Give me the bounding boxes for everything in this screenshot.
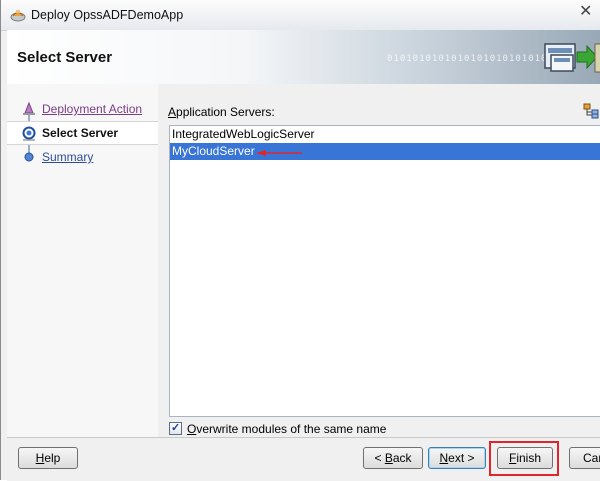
wizard-body: Deployment Action Select Server Summary … bbox=[7, 84, 600, 437]
server-name: IntegratedWebLogicServer bbox=[172, 127, 315, 141]
next-button[interactable]: Next > bbox=[428, 447, 486, 469]
finish-button[interactable]: Finish bbox=[497, 447, 553, 469]
server-list-item[interactable]: IntegratedWebLogicServer bbox=[170, 126, 600, 143]
close-button[interactable]: ✕ bbox=[567, 0, 600, 21]
server-name: MyCloudServer bbox=[172, 144, 255, 158]
jdeveloper-app-icon bbox=[10, 10, 26, 22]
application-servers-label: Application Servers: bbox=[168, 105, 275, 119]
title-bar: Deploy OpssADFDemoApp ✕ bbox=[1, 0, 600, 31]
header-decoration-binary: 0101010101010101010101010 bbox=[387, 54, 548, 64]
cancel-button[interactable]: Cancel bbox=[569, 447, 600, 469]
red-arrow-annotation-icon bbox=[256, 150, 302, 156]
application-servers-list[interactable]: IntegratedWebLogicServer MyCloudServer bbox=[169, 125, 600, 417]
nav-item-deployment-action[interactable]: Deployment Action bbox=[7, 98, 157, 120]
server-tree-icon[interactable] bbox=[583, 103, 599, 119]
wizard-footer: Help < Back Next > Finish Cancel bbox=[7, 437, 600, 481]
nav-item-label: Select Server bbox=[42, 126, 119, 140]
server-list-item-selected[interactable]: MyCloudServer bbox=[170, 143, 600, 160]
deploy-dialog: Deploy OpssADFDemoApp ✕ Select Server 01… bbox=[0, 0, 600, 481]
visited-step-icon bbox=[23, 101, 35, 115]
nav-item-label: Summary bbox=[42, 150, 94, 164]
back-button[interactable]: < Back bbox=[363, 447, 423, 469]
wizard-header: Select Server 0101010101010101010101010 bbox=[7, 30, 600, 85]
nav-item-summary[interactable]: Summary bbox=[7, 146, 157, 168]
checkmark-icon: ✓ bbox=[171, 422, 181, 434]
current-step-icon bbox=[22, 126, 36, 141]
close-icon: ✕ bbox=[579, 3, 593, 20]
select-server-panel: Application Servers: IntegratedWebLogicS… bbox=[158, 84, 600, 437]
nav-item-label: Deployment Action bbox=[42, 102, 143, 116]
window-title: Deploy OpssADFDemoApp bbox=[31, 8, 184, 22]
pending-step-icon bbox=[24, 152, 34, 162]
overwrite-modules-label: Overwrite modules of the same name bbox=[187, 422, 387, 436]
help-button[interactable]: Help bbox=[18, 447, 78, 469]
wizard-train-nav: Deployment Action Select Server Summary bbox=[7, 84, 159, 437]
page-title: Select Server bbox=[17, 49, 113, 66]
nav-item-select-server[interactable]: Select Server bbox=[7, 121, 158, 145]
overwrite-modules-checkbox[interactable]: ✓ bbox=[169, 422, 182, 435]
server-deploy-icon bbox=[544, 43, 600, 73]
